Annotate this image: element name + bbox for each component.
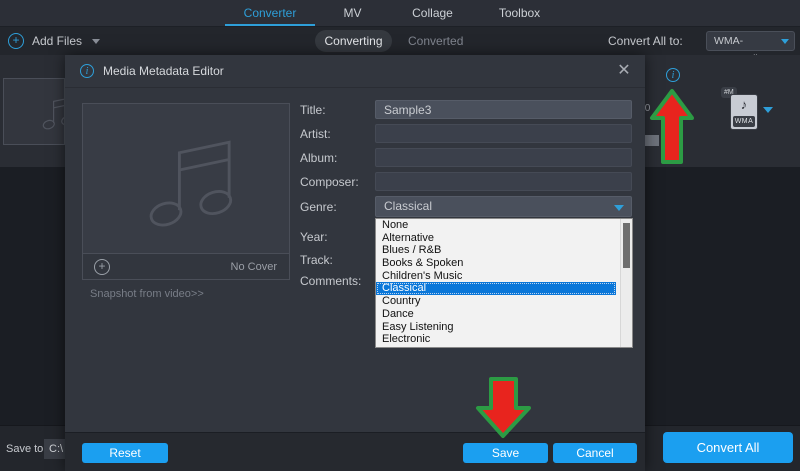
progress-fragment [645,135,659,146]
reset-button[interactable]: Reset [82,443,168,463]
genre-option[interactable]: Electronic [376,333,616,346]
sub-tab-converting[interactable]: Converting [315,30,392,52]
dialog-info-icon: i [80,64,94,78]
title-label: Title: [300,103,326,117]
music-note-icon [36,91,65,135]
genre-option[interactable]: Books & Spoken [376,257,616,270]
convert-all-button[interactable]: Convert All [663,432,793,463]
top-tab-bar: Converter MV Collage Toolbox [0,0,800,27]
media-metadata-editor-dialog: i Media Metadata Editor ✕ + No Cover Sna… [65,55,645,471]
artist-label: Artist: [300,127,331,141]
dialog-title: Media Metadata Editor [103,55,224,88]
dialog-header: i Media Metadata Editor ✕ [65,55,645,88]
toolbar: + Add Files Converting Converted Convert… [0,27,800,55]
snapshot-from-video-link[interactable]: Snapshot from video>> [90,288,204,300]
tab-mv[interactable]: MV [330,0,375,26]
format-caret-icon[interactable] [763,107,773,113]
tab-collage[interactable]: Collage [405,0,460,26]
add-files-plus-icon[interactable]: + [8,33,24,49]
album-field[interactable] [375,148,632,167]
output-format-icon[interactable]: ♪ WMA [730,94,758,130]
genre-selected-value: Classical [384,199,432,213]
genre-select[interactable]: Classical [375,196,632,217]
composer-label: Composer: [300,175,359,189]
dropdown-scrollbar[interactable] [620,219,632,347]
dropdown-scrollbar-thumb[interactable] [623,223,630,268]
genre-label: Genre: [300,200,337,214]
genre-option[interactable]: Country [376,295,616,308]
year-label: Year: [300,230,328,244]
small-note-icon: ♪ [731,97,757,112]
tab-converter[interactable]: Converter [225,0,315,26]
tab-toolbox[interactable]: Toolbox [492,0,547,26]
convert-all-to-caret-icon [781,39,789,44]
convert-all-to-dropdown[interactable]: WMA-WM...uality [706,31,795,51]
format-label: WMA [733,116,755,127]
save-button[interactable]: Save [463,443,548,463]
genre-option[interactable]: Easy Listening [376,321,616,334]
no-cover-label: No Cover [231,254,277,280]
add-files-button[interactable]: Add Files [32,27,82,55]
cover-art-placeholder [83,104,289,253]
close-icon[interactable]: ✕ [613,60,635,82]
save-to-label: Save to: [6,426,46,471]
genre-option-selected[interactable]: Classical [376,282,616,295]
add-files-caret-icon[interactable] [92,39,100,44]
composer-field[interactable] [375,172,632,191]
comments-label: Comments: [300,274,361,288]
cancel-button[interactable]: Cancel [553,443,637,463]
genre-caret-icon [614,205,624,211]
cover-art-box: + No Cover [82,103,290,280]
artist-field[interactable] [375,124,632,143]
convert-all-to-label: Convert All to: [608,27,683,55]
file-thumbnail [3,78,65,145]
genre-option[interactable]: Children's Music [376,270,616,283]
genre-option[interactable]: Dance [376,308,616,321]
track-label: Track: [300,253,333,267]
title-field[interactable] [375,100,632,119]
genre-option[interactable]: None [376,219,616,232]
sub-tab-converted[interactable]: Converted [408,27,463,55]
genre-option[interactable]: Blues / R&B [376,244,616,257]
music-note-icon [133,126,243,236]
album-label: Album: [300,151,337,165]
dialog-footer: Reset Save Cancel [65,432,645,471]
app-window: Converter MV Collage Toolbox + Add Files… [0,0,800,471]
genre-dropdown-list: None Alternative Blues / R&B Books & Spo… [375,218,633,348]
file-info-icon[interactable]: i [666,68,680,82]
genre-option[interactable]: Alternative [376,232,616,245]
cover-footer: + No Cover [83,253,289,279]
add-cover-button[interactable]: + [94,259,110,275]
